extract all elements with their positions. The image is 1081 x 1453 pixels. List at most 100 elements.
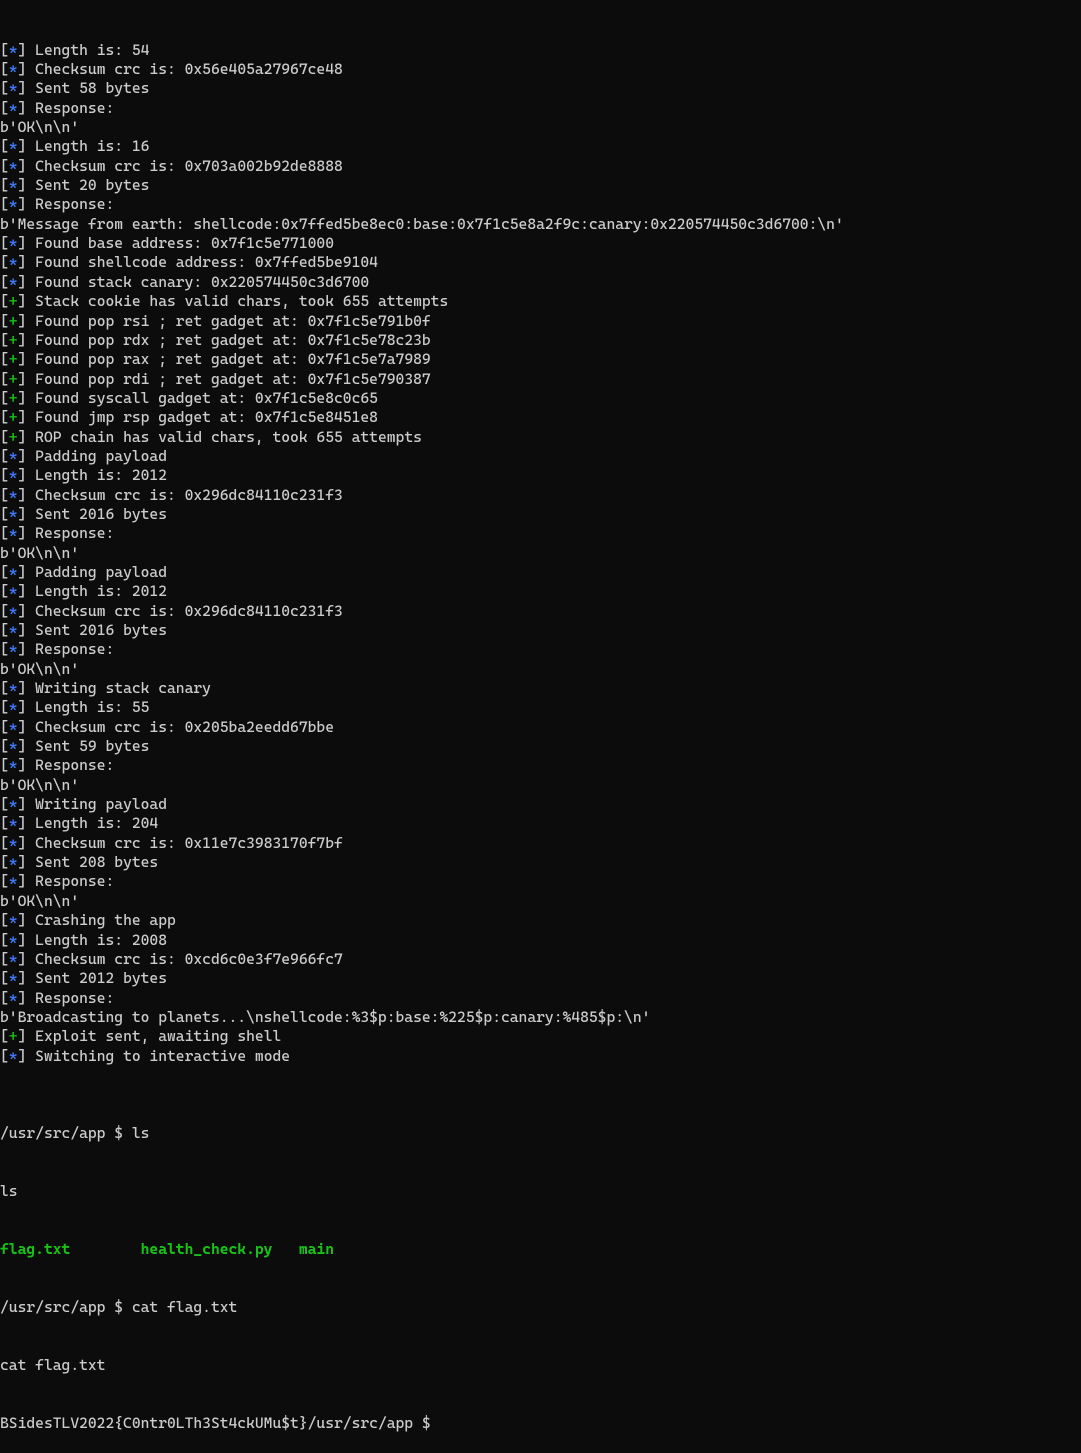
- bracket-open: [: [0, 911, 9, 929]
- log-line: [+] Found pop rdi ; ret gadget at: 0x7f1…: [0, 370, 1081, 389]
- log-line: [*] Length is: 204: [0, 814, 1081, 833]
- log-line: [*] Length is: 16: [0, 137, 1081, 156]
- bracket-close: ]: [18, 795, 36, 813]
- shell-path: /usr/src/app: [308, 1414, 413, 1432]
- bracket-open: [: [0, 814, 9, 832]
- raw-text: b'OK\n\n': [0, 118, 79, 136]
- log-line: [*] Found base address: 0x7f1c5e771000: [0, 234, 1081, 253]
- bracket-open: [: [0, 582, 9, 600]
- bracket-open: [: [0, 1027, 9, 1045]
- star-icon: *: [9, 60, 18, 78]
- log-line: [*] Found shellcode address: 0x7ffed5be9…: [0, 253, 1081, 272]
- plus-icon: +: [9, 389, 18, 407]
- bracket-close: ]: [18, 41, 36, 59]
- star-icon: *: [9, 969, 18, 987]
- log-text: Checksum crc is: 0x296dc84110c231f3: [35, 602, 343, 620]
- bracket-open: [: [0, 312, 9, 330]
- log-line: [*] Sent 20 bytes: [0, 176, 1081, 195]
- bracket-open: [: [0, 428, 9, 446]
- bracket-close: ]: [18, 408, 36, 426]
- bracket-close: ]: [18, 969, 36, 987]
- log-text: Response:: [35, 640, 114, 658]
- plus-icon: +: [9, 428, 18, 446]
- file-entry: health_check.py: [141, 1240, 273, 1258]
- log-line: [*] Length is: 2012: [0, 466, 1081, 485]
- log-text: Checksum crc is: 0xcd6c0e3f7e966fc7: [35, 950, 343, 968]
- raw-output-line: b'Broadcasting to planets...\nshellcode:…: [0, 1008, 1081, 1027]
- bracket-open: [: [0, 505, 9, 523]
- star-icon: *: [9, 737, 18, 755]
- log-line: [+] Exploit sent, awaiting shell: [0, 1027, 1081, 1046]
- flag-output-line: BSidesTLV2022{C0ntr0LTh3St4ckUMu$t}/usr/…: [0, 1414, 1081, 1433]
- log-line: [*] Checksum crc is: 0x703a002b92de8888: [0, 157, 1081, 176]
- bracket-open: [: [0, 563, 9, 581]
- bracket-close: ]: [18, 428, 36, 446]
- log-line: [*] Checksum crc is: 0x296dc84110c231f3: [0, 602, 1081, 621]
- bracket-close: ]: [18, 756, 36, 774]
- log-line: [*] Length is: 2008: [0, 931, 1081, 950]
- log-text: Found pop rdi ; ret gadget at: 0x7f1c5e7…: [35, 370, 431, 388]
- bracket-open: [: [0, 234, 9, 252]
- bracket-close: ]: [18, 834, 36, 852]
- star-icon: *: [9, 795, 18, 813]
- star-icon: *: [9, 137, 18, 155]
- file-entry: main: [299, 1240, 334, 1258]
- terminal-output[interactable]: [*] Length is: 54[*] Checksum crc is: 0x…: [0, 0, 1081, 1453]
- star-icon: *: [9, 234, 18, 252]
- raw-text: b'OK\n\n': [0, 660, 79, 678]
- star-icon: *: [9, 679, 18, 697]
- bracket-open: [: [0, 621, 9, 639]
- log-line: [*] Writing stack canary: [0, 679, 1081, 698]
- bracket-close: ]: [18, 1027, 36, 1045]
- bracket-open: [: [0, 157, 9, 175]
- bracket-close: ]: [18, 292, 36, 310]
- log-text: Length is: 2012: [35, 466, 167, 484]
- log-line: [+] Found pop rax ; ret gadget at: 0x7f1…: [0, 350, 1081, 369]
- bracket-close: ]: [18, 814, 36, 832]
- star-icon: *: [9, 524, 18, 542]
- star-icon: *: [9, 582, 18, 600]
- raw-text: b'OK\n\n': [0, 544, 79, 562]
- log-text: Switching to interactive mode: [35, 1047, 290, 1065]
- bracket-close: ]: [18, 234, 36, 252]
- log-text: Stack cookie has valid chars, took 655 a…: [35, 292, 448, 310]
- log-text: Response:: [35, 524, 114, 542]
- log-line: [*] Response:: [0, 195, 1081, 214]
- log-line: [*] Sent 59 bytes: [0, 737, 1081, 756]
- bracket-close: ]: [18, 253, 36, 271]
- log-text: Found pop rax ; ret gadget at: 0x7f1c5e7…: [35, 350, 431, 368]
- bracket-close: ]: [18, 447, 36, 465]
- log-text: Sent 2016 bytes: [35, 505, 167, 523]
- bracket-open: [: [0, 466, 9, 484]
- raw-text: b'Message from earth: shellcode:0x7ffed5…: [0, 215, 844, 233]
- bracket-open: [: [0, 969, 9, 987]
- raw-output-line: b'Message from earth: shellcode:0x7ffed5…: [0, 215, 1081, 234]
- log-line: [*] Sent 58 bytes: [0, 79, 1081, 98]
- star-icon: *: [9, 253, 18, 271]
- bracket-open: [: [0, 795, 9, 813]
- bracket-open: [: [0, 989, 9, 1007]
- log-line: [*] Sent 2012 bytes: [0, 969, 1081, 988]
- bracket-open: [: [0, 931, 9, 949]
- log-text: Found jmp rsp gadget at: 0x7f1c5e8451e8: [35, 408, 378, 426]
- log-text: Exploit sent, awaiting shell: [35, 1027, 281, 1045]
- bracket-open: [: [0, 486, 9, 504]
- log-text: Writing stack canary: [35, 679, 211, 697]
- bracket-open: [: [0, 872, 9, 890]
- log-text: Sent 58 bytes: [35, 79, 149, 97]
- log-text: Found base address: 0x7f1c5e771000: [35, 234, 334, 252]
- bracket-close: ]: [18, 698, 36, 716]
- plus-icon: +: [9, 350, 18, 368]
- plus-icon: +: [9, 331, 18, 349]
- bracket-close: ]: [18, 312, 36, 330]
- bracket-close: ]: [18, 176, 36, 194]
- bracket-open: [: [0, 331, 9, 349]
- log-text: Length is: 2008: [35, 931, 167, 949]
- bracket-open: [: [0, 99, 9, 117]
- bracket-close: ]: [18, 505, 36, 523]
- log-line: [*] Padding payload: [0, 447, 1081, 466]
- log-line: [*] Length is: 2012: [0, 582, 1081, 601]
- bracket-open: [: [0, 176, 9, 194]
- star-icon: *: [9, 872, 18, 890]
- shell-prompt-line-2: /usr/src/app $ cat flag.txt: [0, 1298, 1081, 1317]
